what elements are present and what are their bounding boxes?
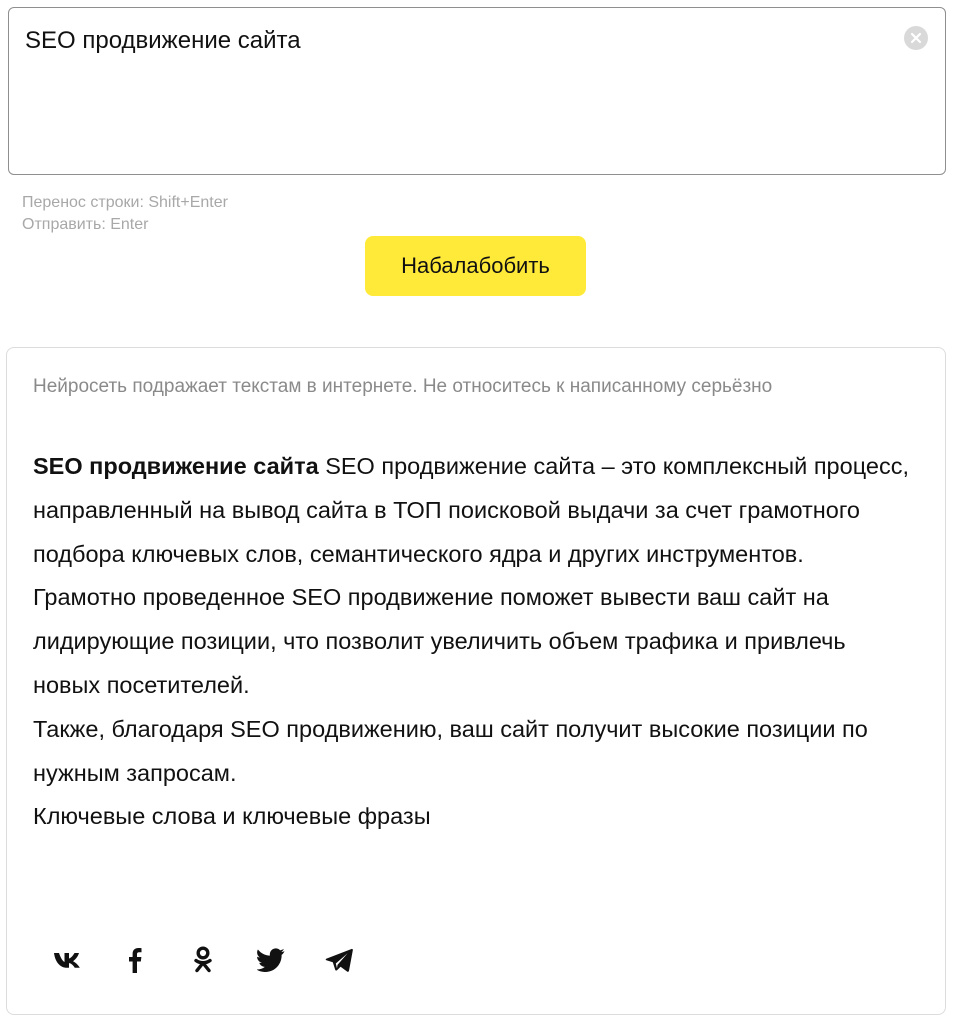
- share-buttons: [51, 944, 391, 976]
- share-facebook-button[interactable]: [119, 944, 151, 976]
- query-echo: SEO продвижение сайта: [33, 453, 319, 479]
- balaboba-page: SEO продвижение сайта Перенос строки: Sh…: [0, 0, 955, 1024]
- send-hint: Отправить: Enter: [22, 216, 149, 233]
- twitter-icon: [257, 948, 285, 972]
- result-paragraph: Ключевые слова и ключевые фразы: [33, 803, 431, 830]
- share-odnoklassniki-button[interactable]: [187, 944, 219, 976]
- result-card: Нейросеть подражает текстам в интернете.…: [6, 347, 946, 1015]
- line-break-hint: Перенос строки: Shift+Enter: [22, 194, 228, 211]
- disclaimer-text: Нейросеть подражает текстам в интернете.…: [33, 376, 773, 397]
- share-twitter-button[interactable]: [255, 944, 287, 976]
- query-input-box[interactable]: SEO продвижение сайта: [8, 7, 946, 175]
- generate-button[interactable]: Набалабобить: [365, 236, 586, 296]
- result-paragraph: Грамотно проведенное SEO продвижение пом…: [33, 584, 846, 698]
- result-paragraph: SEO продвижение сайта SEO продвижение са…: [33, 445, 913, 576]
- share-telegram-button[interactable]: [323, 944, 355, 976]
- share-vk-button[interactable]: [51, 944, 83, 976]
- query-input[interactable]: SEO продвижение сайта: [25, 26, 885, 56]
- odnoklassniki-icon: [193, 946, 213, 974]
- clear-input-button[interactable]: [904, 26, 928, 50]
- facebook-icon: [127, 947, 143, 973]
- keyboard-hints: Перенос строки: Shift+Enter Отправить: E…: [22, 192, 228, 236]
- close-icon: [910, 32, 922, 44]
- vk-icon: [52, 950, 82, 970]
- telegram-icon: [325, 948, 353, 972]
- generated-text: SEO продвижение сайта SEO продвижение са…: [33, 445, 913, 839]
- result-paragraph: Также, благодаря SEO продвижению, ваш са…: [33, 715, 868, 786]
